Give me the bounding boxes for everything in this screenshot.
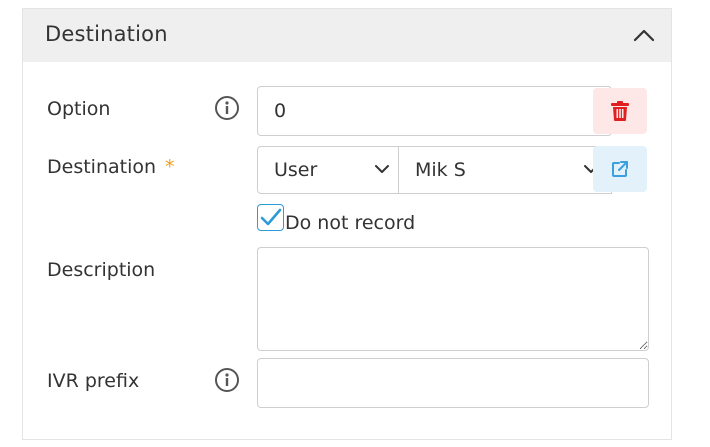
destination-type-value: User: [274, 159, 318, 181]
info-icon[interactable]: [214, 367, 240, 393]
destination-label-text: Destination: [47, 156, 157, 178]
do-not-record-label[interactable]: Do not record: [285, 212, 415, 234]
required-marker: *: [165, 156, 175, 178]
trash-icon: [611, 101, 629, 121]
open-destination-button[interactable]: [593, 146, 647, 192]
external-link-icon: [612, 161, 628, 177]
checkmark-icon: [260, 208, 282, 226]
ivr-prefix-label: IVR prefix: [47, 370, 140, 392]
delete-button[interactable]: [593, 88, 647, 134]
panel-title: Destination: [45, 22, 168, 46]
info-icon[interactable]: [214, 95, 240, 121]
destination-target-select[interactable]: Mik S: [398, 146, 612, 194]
option-label: Option: [47, 98, 111, 120]
option-input[interactable]: [257, 86, 612, 136]
description-label: Description: [47, 259, 156, 281]
do-not-record-checkbox[interactable]: [257, 204, 284, 231]
collapse-button[interactable]: [629, 21, 659, 49]
panel-header[interactable]: Destination: [23, 9, 671, 62]
destination-target-value: Mik S: [415, 159, 466, 181]
description-textarea[interactable]: [257, 247, 649, 351]
chevron-up-icon: [633, 29, 655, 42]
destination-panel: Destination Option Destination * User: [22, 8, 672, 440]
ivr-prefix-input[interactable]: [257, 358, 649, 408]
destination-label: Destination *: [47, 156, 175, 178]
chevron-down-icon: [375, 165, 389, 173]
destination-type-select[interactable]: User: [257, 146, 399, 194]
